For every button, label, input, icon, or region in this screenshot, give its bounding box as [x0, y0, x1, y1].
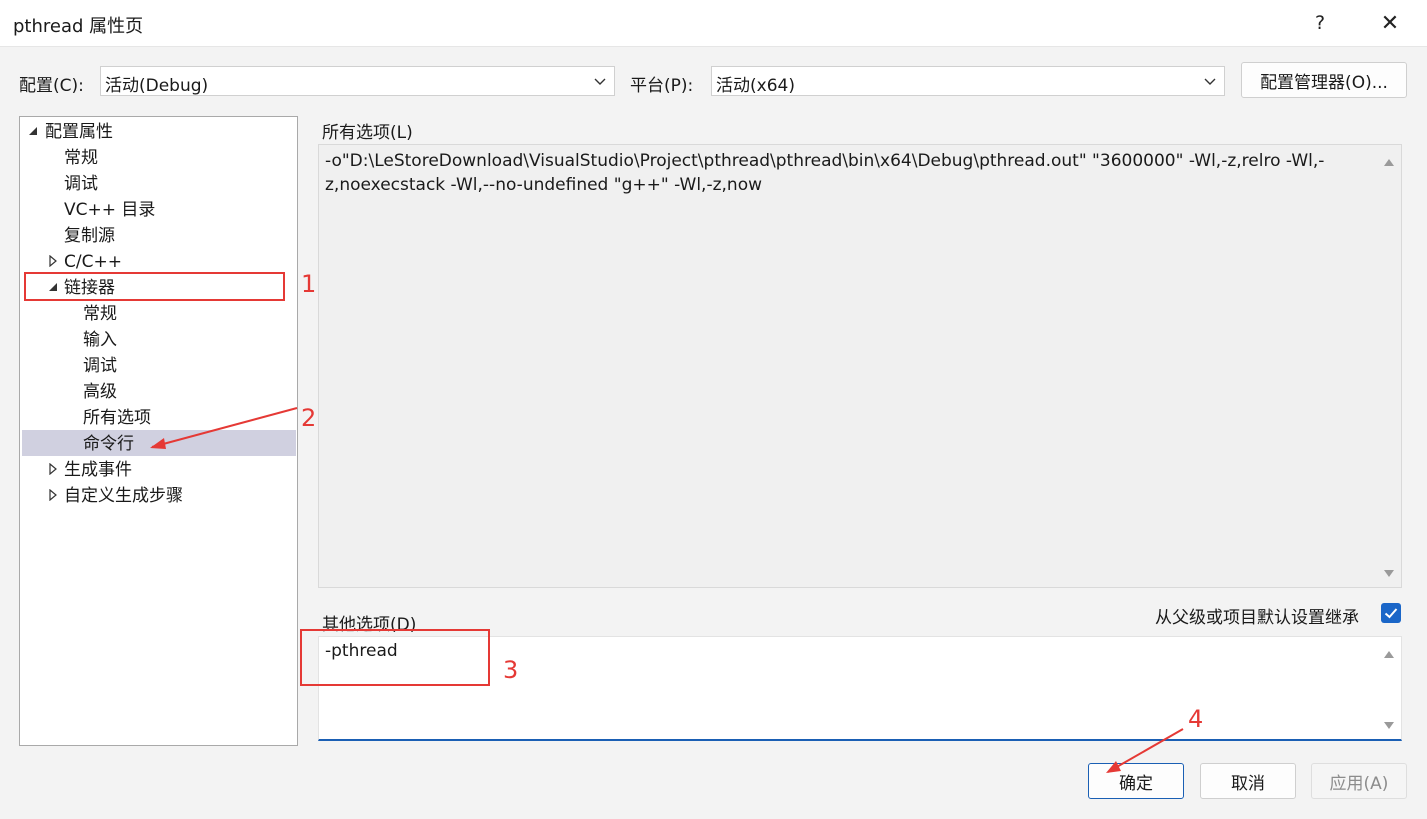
annotation-arrow-2	[151, 407, 298, 448]
annotation-arrow-4	[1107, 728, 1184, 773]
arrowhead-icon	[1106, 761, 1121, 773]
annotation-arrows	[150, 407, 1184, 773]
arrowhead-icon	[150, 438, 166, 449]
